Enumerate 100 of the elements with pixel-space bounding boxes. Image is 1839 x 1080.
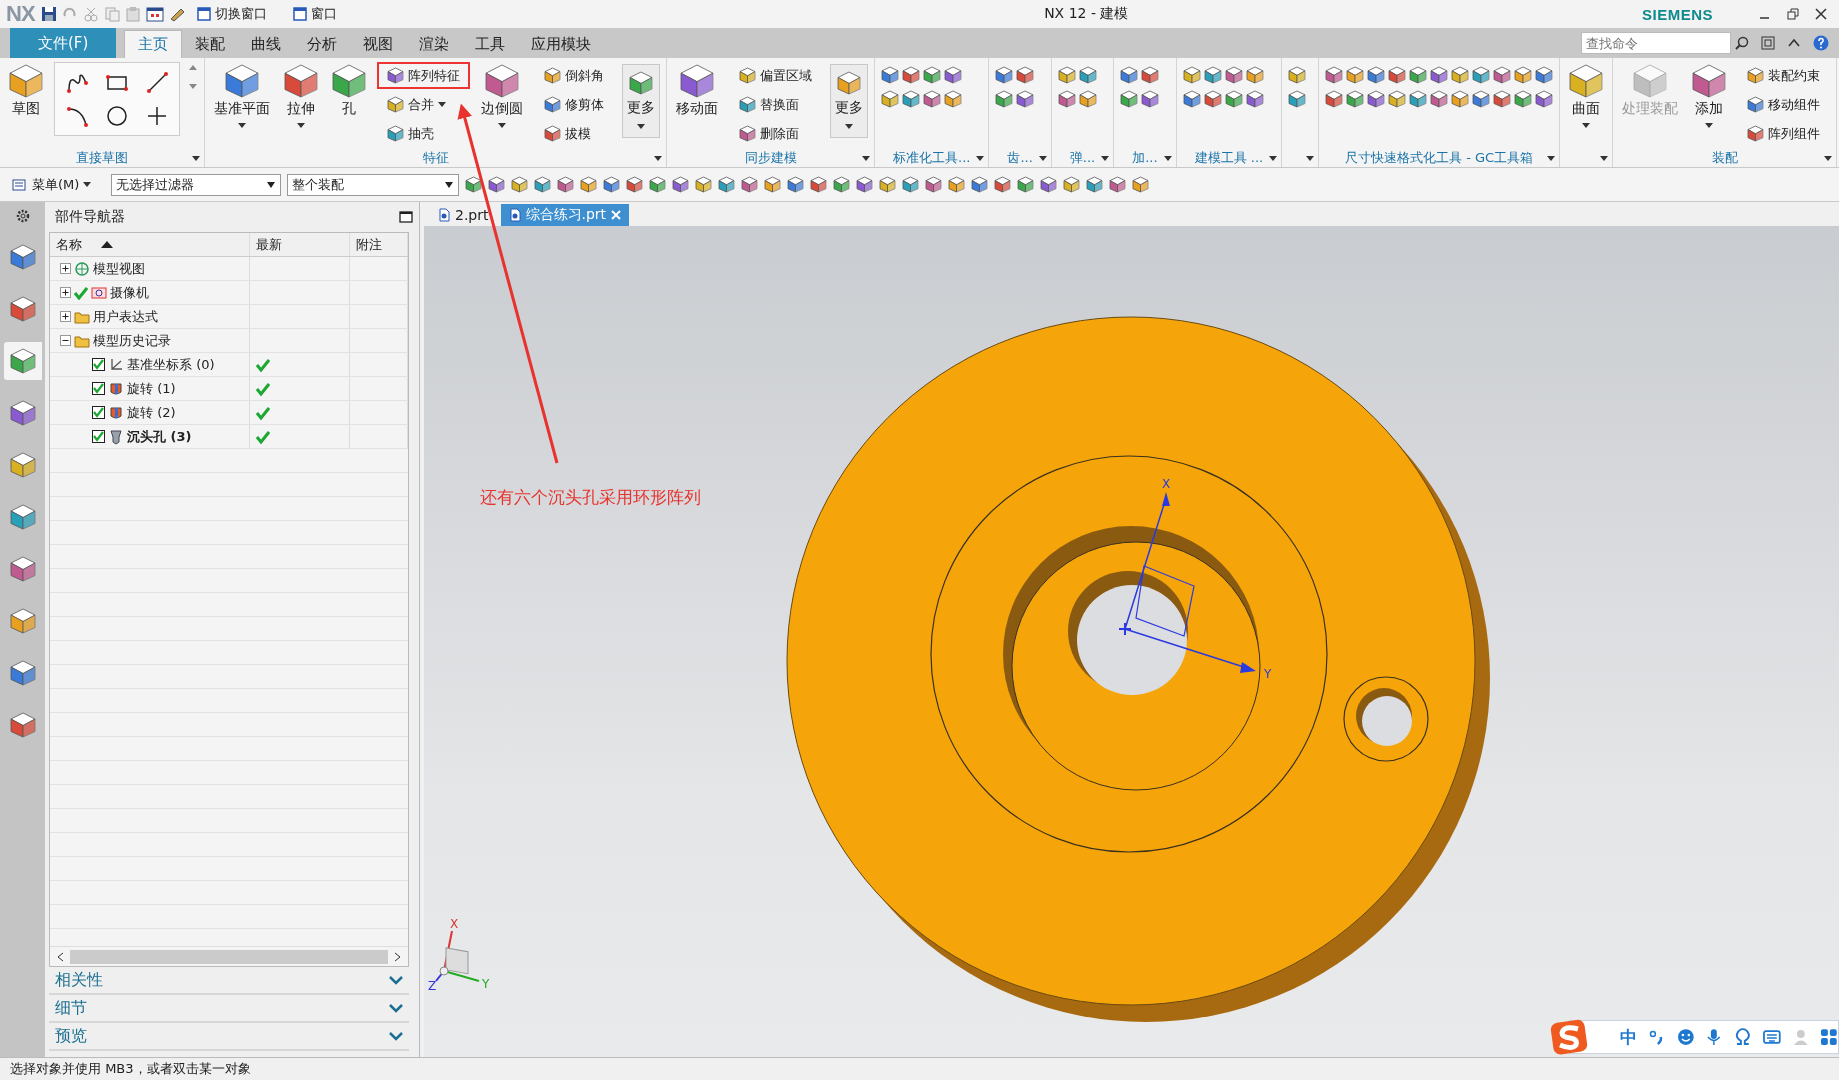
- checkbox[interactable]: [92, 430, 105, 443]
- cube-icon[interactable]: [9, 296, 36, 322]
- cube-icon[interactable]: [1346, 66, 1365, 84]
- tree-item[interactable]: 模型历史记录: [93, 331, 171, 350]
- cube-icon[interactable]: [1063, 176, 1081, 193]
- point-icon[interactable]: [146, 105, 168, 127]
- ribbon-button[interactable]: 曲面: [1566, 62, 1607, 134]
- cube-icon[interactable]: [9, 712, 36, 738]
- cube-icon[interactable]: [9, 64, 43, 98]
- keyboard-icon[interactable]: [1762, 1028, 1781, 1046]
- ribbon-button[interactable]: 替换面: [729, 91, 822, 118]
- ribbon-button[interactable]: 偏置区域: [729, 62, 822, 89]
- cube-icon[interactable]: [1430, 90, 1449, 108]
- cube-icon[interactable]: [1017, 176, 1035, 193]
- cube-icon[interactable]: [695, 176, 713, 193]
- cube-icon[interactable]: [1288, 90, 1307, 108]
- input-mode-toggle[interactable]: 中: [1620, 1025, 1637, 1049]
- cube-icon[interactable]: [1388, 66, 1407, 84]
- cube-icon[interactable]: [544, 67, 561, 84]
- line-icon[interactable]: [146, 71, 168, 93]
- cube-icon[interactable]: [225, 64, 259, 98]
- cube-icon[interactable]: [994, 176, 1012, 193]
- cube-icon[interactable]: [1141, 66, 1160, 84]
- checkbox[interactable]: [92, 358, 105, 371]
- cube-icon[interactable]: [1288, 66, 1307, 84]
- ribbon-tab[interactable]: 工具: [462, 30, 519, 58]
- filter-dropdown[interactable]: 整个装配: [287, 173, 460, 196]
- ribbon-tab[interactable]: 应用模块: [518, 30, 605, 58]
- cube-icon[interactable]: [1078, 66, 1097, 84]
- cube-icon[interactable]: [544, 125, 561, 142]
- cube-icon[interactable]: [284, 64, 318, 98]
- cube-icon[interactable]: [833, 176, 851, 193]
- ribbon-button[interactable]: 孔: [329, 62, 369, 120]
- cube-icon[interactable]: [1514, 90, 1533, 108]
- cube-icon[interactable]: [9, 660, 36, 686]
- ribbon-button[interactable]: 阵列组件: [1737, 120, 1831, 147]
- cube-icon[interactable]: [580, 176, 598, 193]
- cube-icon[interactable]: [626, 176, 644, 193]
- cube-icon[interactable]: [1132, 176, 1150, 193]
- cube-icon[interactable]: [995, 66, 1014, 84]
- cube-icon[interactable]: [787, 176, 805, 193]
- omega-icon[interactable]: [1734, 1028, 1752, 1046]
- filter-dropdown[interactable]: 无选择过滤器: [111, 173, 282, 196]
- cube-icon[interactable]: [534, 176, 552, 193]
- quick-access-button[interactable]: 窗口: [286, 4, 343, 24]
- ribbon-button[interactable]: 合并: [377, 91, 470, 118]
- ribbon-button[interactable]: 添加: [1689, 62, 1730, 134]
- cube-icon[interactable]: [9, 400, 36, 426]
- cube-icon[interactable]: [387, 96, 404, 113]
- section-header[interactable]: 预览: [49, 1023, 409, 1051]
- cube-icon[interactable]: [9, 556, 36, 582]
- more-button[interactable]: 更多: [830, 64, 868, 138]
- tree-item[interactable]: 用户表达式: [93, 307, 158, 326]
- column-header[interactable]: 名称: [50, 233, 250, 256]
- cube-icon[interactable]: [1535, 90, 1554, 108]
- cube-icon[interactable]: [1120, 66, 1139, 84]
- ribbon-button[interactable]: 拉伸: [281, 62, 321, 134]
- expand-toggle[interactable]: [60, 335, 71, 346]
- cube-icon[interactable]: [902, 176, 920, 193]
- checkbox[interactable]: [92, 382, 105, 395]
- ribbon-button[interactable]: 草图: [6, 62, 46, 120]
- cube-icon[interactable]: [544, 96, 561, 113]
- cube-icon[interactable]: [511, 176, 529, 193]
- tree-item[interactable]: 模型视图: [93, 259, 145, 278]
- tree-item[interactable]: 基准坐标系 (0): [127, 355, 215, 374]
- file-menu[interactable]: 文件(F): [10, 28, 117, 58]
- help-icon[interactable]: [1813, 35, 1829, 51]
- cube-icon[interactable]: [925, 176, 943, 193]
- ribbon-button[interactable]: 边倒圆: [478, 62, 526, 134]
- ribbon-button[interactable]: 拔模: [534, 120, 614, 147]
- arc-icon[interactable]: [66, 105, 88, 127]
- cube-icon[interactable]: [879, 176, 897, 193]
- scrollbar-thumb[interactable]: [70, 949, 388, 964]
- cube-icon[interactable]: [1057, 66, 1076, 84]
- cube-icon[interactable]: [1325, 90, 1344, 108]
- cube-icon[interactable]: [1224, 90, 1243, 108]
- cube-icon[interactable]: [948, 176, 966, 193]
- cube-icon[interactable]: [1016, 90, 1035, 108]
- cube-icon[interactable]: [332, 64, 366, 98]
- search-field[interactable]: 查找命令: [1581, 32, 1731, 54]
- cube-icon[interactable]: [1182, 90, 1201, 108]
- cube-icon[interactable]: [1016, 66, 1035, 84]
- cube-icon[interactable]: [1120, 90, 1139, 108]
- section-header[interactable]: 相关性: [49, 967, 409, 995]
- tree-item[interactable]: 旋转 (1): [127, 379, 176, 398]
- cube-icon[interactable]: [1472, 66, 1491, 84]
- cube-icon[interactable]: [387, 67, 404, 84]
- cube-icon[interactable]: [1182, 66, 1201, 84]
- cube-icon[interactable]: [1346, 90, 1365, 108]
- ribbon-button[interactable]: 移动组件: [1737, 91, 1831, 118]
- ribbon-button[interactable]: 删除面: [729, 120, 822, 147]
- column-header[interactable]: 最新: [250, 233, 350, 256]
- cube-icon[interactable]: [9, 608, 36, 634]
- scroll-left-icon[interactable]: [56, 951, 64, 962]
- cube-icon[interactable]: [9, 504, 36, 530]
- save-icon[interactable]: [40, 6, 57, 22]
- cube-icon[interactable]: [1409, 66, 1428, 84]
- cube-icon[interactable]: [923, 66, 941, 84]
- quick-access-button[interactable]: 切换窗口: [190, 4, 273, 24]
- cube-icon[interactable]: [1569, 64, 1604, 98]
